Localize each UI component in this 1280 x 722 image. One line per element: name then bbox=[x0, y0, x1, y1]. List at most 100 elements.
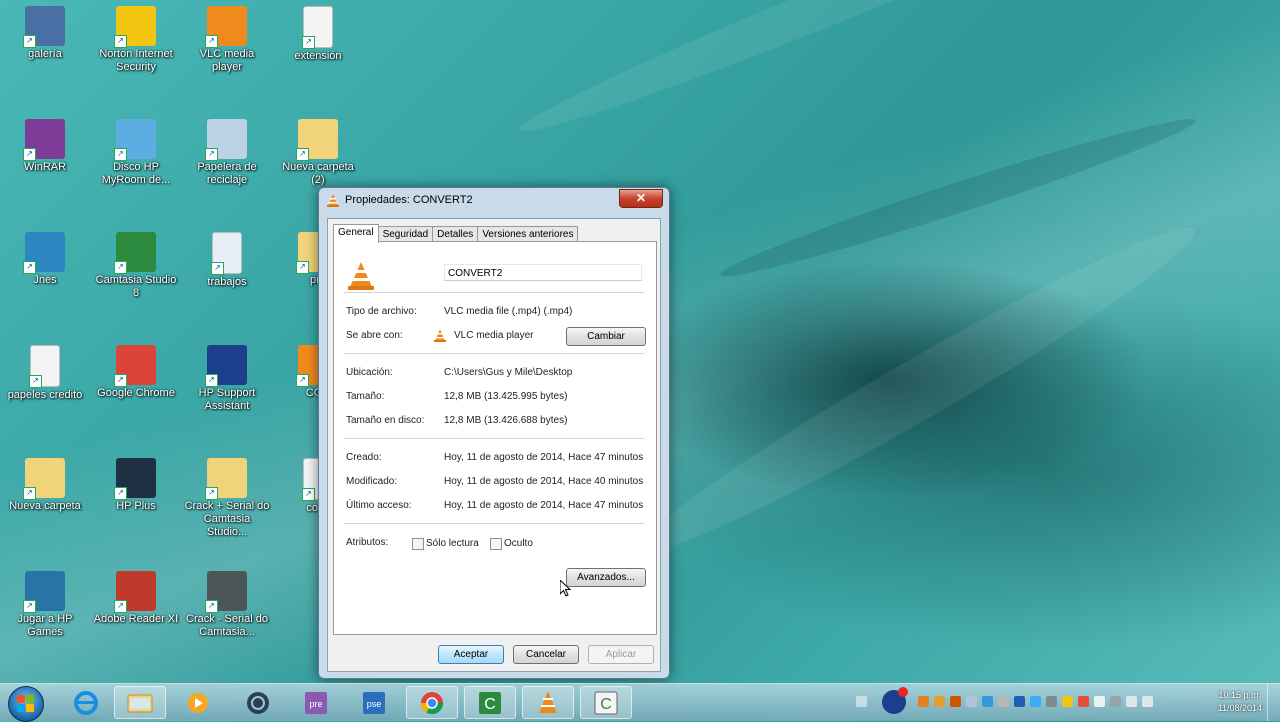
warning-icon[interactable] bbox=[934, 696, 945, 707]
desktop-icon[interactable]: ↗ Nueva carpeta (2) bbox=[273, 119, 363, 187]
start-button[interactable] bbox=[8, 686, 44, 722]
desktop-icon[interactable]: ↗ Adobe Reader XI bbox=[91, 571, 181, 626]
change-button[interactable]: Cambiar bbox=[566, 327, 646, 346]
close-button[interactable]: ✕ bbox=[619, 189, 663, 208]
desktop-icon[interactable]: ↗ Papelera de reciclaje bbox=[182, 119, 272, 187]
desktop-icon[interactable]: ↗ Norton Internet Security bbox=[91, 6, 181, 74]
desktop-icon[interactable]: ↗ Crack - Serial do Camtasia... bbox=[182, 571, 272, 639]
general-panel: CONVERT2 Tipo de archivo: VLC media file… bbox=[333, 241, 657, 635]
dropbox-icon[interactable] bbox=[1030, 696, 1041, 707]
vlc-icon bbox=[434, 329, 446, 345]
network-tray-icon[interactable] bbox=[1142, 696, 1153, 707]
clock-date: 11/08/2014 bbox=[1217, 703, 1262, 713]
shortcut-arrow-icon: ↗ bbox=[205, 487, 218, 500]
taskbar-vlc[interactable] bbox=[522, 686, 574, 719]
clock-time: 10:15 p.m. bbox=[1218, 690, 1262, 700]
desktop-icon-label: Disco HP MyRoom de... bbox=[101, 161, 171, 186]
file-name-input[interactable]: CONVERT2 bbox=[444, 264, 642, 281]
desktop-icon[interactable]: ↗ Jugar a HP Games bbox=[0, 571, 90, 639]
accessed-label: Último acceso: bbox=[346, 500, 412, 511]
shortcut-arrow-icon: ↗ bbox=[205, 374, 218, 387]
desktop-icon[interactable]: ↗ trabajos bbox=[182, 232, 272, 289]
tab-security[interactable]: Seguridad bbox=[377, 226, 434, 242]
audio-icon[interactable] bbox=[950, 696, 961, 707]
taskbar: pre pse C C 10:15 p.m. 11/08/2014 bbox=[0, 683, 1280, 722]
taskbar-network[interactable] bbox=[232, 686, 284, 719]
taskbar-clock[interactable]: 10:15 p.m. 11/08/2014 bbox=[1218, 689, 1262, 715]
security-icon[interactable] bbox=[966, 696, 977, 707]
show-hidden-icons-icon[interactable] bbox=[918, 696, 929, 707]
taskbar-photoshop-elements[interactable]: pse bbox=[348, 686, 400, 719]
apply-button[interactable]: Aplicar bbox=[588, 645, 654, 664]
taskbar-camtasia[interactable]: C bbox=[464, 686, 516, 719]
opens-with-value: VLC media player bbox=[454, 330, 534, 341]
file-type-large-icon bbox=[348, 262, 374, 293]
desktop-icon-label: HP Plus bbox=[116, 500, 156, 512]
accessed-value: Hoy, 11 de agosto de 2014, Hace 47 minut… bbox=[444, 500, 644, 511]
taskbar-internet-explorer[interactable] bbox=[60, 686, 112, 719]
power-icon[interactable] bbox=[982, 696, 993, 707]
location-label: Ubicación: bbox=[346, 367, 393, 378]
taskbar-premiere[interactable]: pre bbox=[290, 686, 342, 719]
desktop-icon[interactable]: ↗ Nueva carpeta bbox=[0, 458, 90, 513]
ok-button[interactable]: Aceptar bbox=[438, 645, 504, 664]
window-title: Propiedades: CONVERT2 bbox=[345, 194, 473, 206]
desktop-icon[interactable]: ↗ extensión bbox=[273, 6, 363, 63]
readonly-label: Sólo lectura bbox=[426, 538, 479, 549]
shortcut-arrow-icon: ↗ bbox=[23, 148, 36, 161]
premiere-icon: pre bbox=[305, 692, 327, 714]
created-value: Hoy, 11 de agosto de 2014, Hace 47 minut… bbox=[444, 452, 644, 463]
desktop-icon[interactable]: ↗ Jnes bbox=[0, 232, 90, 287]
desktop-icon[interactable]: ↗ HP Plus bbox=[91, 458, 181, 513]
desktop-icon-label: Papelera de reciclaje bbox=[197, 161, 257, 186]
desktop-icon-label: Adobe Reader XI bbox=[93, 613, 179, 625]
norton-icon: ↗ bbox=[114, 6, 156, 48]
tab-previous-versions[interactable]: Versiones anteriores bbox=[477, 226, 579, 242]
taskbar-file-explorer[interactable] bbox=[114, 686, 166, 719]
tab-general[interactable]: General bbox=[333, 224, 379, 243]
keyboard-icon[interactable] bbox=[856, 696, 867, 707]
show-desktop-button[interactable] bbox=[1267, 684, 1280, 721]
drive-icon[interactable] bbox=[998, 696, 1009, 707]
notification-icon[interactable] bbox=[898, 687, 908, 697]
archive-icon: ↗ bbox=[205, 571, 247, 613]
desktop-icon[interactable]: ↗ papeles credito bbox=[0, 345, 90, 402]
title-bar[interactable]: Propiedades: CONVERT2 ✕ bbox=[319, 188, 669, 214]
desktop-icon[interactable]: ↗ Camtasia Studio 8 bbox=[91, 232, 181, 300]
desktop-icon[interactable]: ↗ VLC media player bbox=[182, 6, 272, 74]
norton-icon[interactable] bbox=[1062, 696, 1073, 707]
volume-icon[interactable] bbox=[1126, 696, 1137, 707]
bluetooth-icon[interactable] bbox=[1014, 696, 1025, 707]
sync-icon[interactable] bbox=[1046, 696, 1057, 707]
desktop-icon[interactable]: ↗ Google Chrome bbox=[91, 345, 181, 400]
camtasia-icon: ↗ bbox=[114, 232, 156, 274]
desktop-icon-label: Jnes bbox=[33, 274, 57, 286]
desktop-icon[interactable]: ↗ galería bbox=[0, 6, 90, 61]
shield-icon[interactable] bbox=[1078, 696, 1089, 707]
taskbar-media-player[interactable] bbox=[172, 686, 224, 719]
desktop-icon[interactable]: ↗ Disco HP MyRoom de... bbox=[91, 119, 181, 187]
readonly-checkbox[interactable] bbox=[412, 538, 424, 550]
desktop-icon-label: galería bbox=[28, 48, 62, 60]
cancel-button[interactable]: Cancelar bbox=[513, 645, 579, 664]
desktop-icon[interactable]: ↗ HP Support Assistant bbox=[182, 345, 272, 413]
flag-icon[interactable] bbox=[1094, 696, 1105, 707]
shortcut-arrow-icon: ↗ bbox=[114, 600, 127, 613]
tab-details[interactable]: Detalles bbox=[432, 226, 479, 242]
windows-logo-icon bbox=[26, 704, 34, 712]
desktop-icon[interactable]: ↗ Crack + Serial do Camtasia Studio... bbox=[182, 458, 272, 539]
svg-text:pse: pse bbox=[367, 699, 382, 709]
desktop-icon[interactable]: ↗ WinRAR bbox=[0, 119, 90, 174]
taskbar-chrome[interactable] bbox=[406, 686, 458, 719]
hidden-checkbox[interactable] bbox=[490, 538, 502, 550]
battery-icon[interactable] bbox=[1110, 696, 1121, 707]
advanced-button[interactable]: Avanzados... bbox=[566, 568, 646, 587]
document-icon: ↗ bbox=[302, 6, 333, 49]
shortcut-arrow-icon: ↗ bbox=[211, 262, 224, 275]
vlc-icon: ↗ bbox=[205, 6, 247, 48]
shortcut-arrow-icon: ↗ bbox=[29, 375, 42, 388]
shortcut-arrow-icon: ↗ bbox=[23, 600, 36, 613]
taskbar-camtasia-recorder[interactable]: C bbox=[580, 686, 632, 719]
dialog-body: General Seguridad Detalles Versiones ant… bbox=[327, 218, 661, 672]
location-value: C:\Users\Gus y Mile\Desktop bbox=[444, 367, 573, 378]
